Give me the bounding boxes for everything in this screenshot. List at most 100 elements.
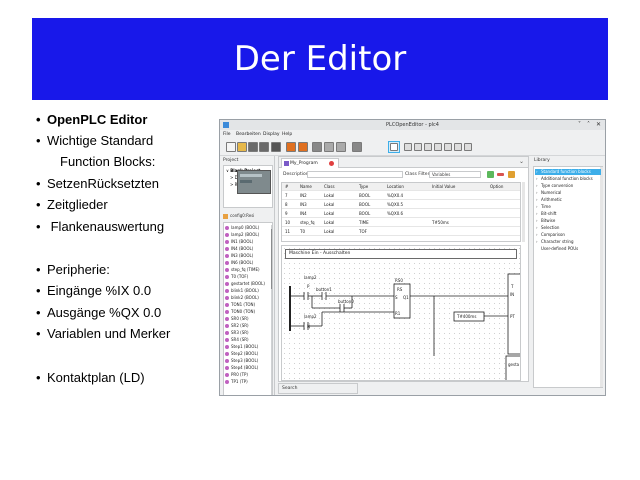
- library-item[interactable]: › Selection: [535, 225, 601, 231]
- table-cell[interactable]: Lokal: [324, 210, 334, 218]
- library-item[interactable]: › Bit-shift: [535, 211, 601, 217]
- coil-icon[interactable]: [464, 143, 472, 151]
- table-cell[interactable]: 11: [285, 228, 290, 236]
- maximize-icon[interactable]: ˄: [587, 121, 590, 129]
- menu-display[interactable]: Display: [263, 130, 280, 139]
- table-cell[interactable]: %QX0.4: [387, 192, 403, 200]
- chevron-down-icon[interactable]: ⌄: [519, 157, 524, 167]
- close-icon[interactable]: ✕: [596, 121, 601, 129]
- expander-icon[interactable]: ∨: [226, 168, 229, 173]
- class-filter-select[interactable]: Variables: [429, 171, 481, 178]
- variable-item[interactable]: TP1 (TP): [225, 378, 248, 385]
- table-cell[interactable]: BOOL: [359, 201, 370, 209]
- copy-icon[interactable]: [324, 142, 334, 152]
- table-cell[interactable]: T#50ms: [432, 219, 449, 227]
- library-item[interactable]: › Comparison: [535, 232, 601, 238]
- scrollbar[interactable]: [271, 225, 272, 395]
- table-row[interactable]: 8 IN3 Lokal BOOL %QX0.5: [282, 201, 520, 209]
- table-cell[interactable]: BOOL: [359, 192, 370, 200]
- ladder-diagram-canvas[interactable]: Maschine Ein - Ausschalten lamp2 Pbutton1…: [281, 245, 521, 381]
- column-header[interactable]: Initial Value: [432, 183, 455, 191]
- table-cell[interactable]: 8: [285, 201, 288, 209]
- variable-item[interactable]: lamp0 (BOOL): [225, 224, 259, 231]
- table-cell[interactable]: TIME: [359, 219, 369, 227]
- config-row[interactable]: config0:Resi: [223, 212, 273, 220]
- table-cell[interactable]: Lokal: [324, 219, 334, 227]
- menu-file[interactable]: File: [223, 130, 231, 139]
- library-item[interactable]: › Character string: [535, 239, 601, 245]
- column-header[interactable]: Type: [359, 183, 368, 191]
- table-row[interactable]: 7 IN2 Lokal BOOL %QX0.4: [282, 192, 520, 200]
- variable-item[interactable]: SR2 (SR): [225, 322, 249, 329]
- variable-item[interactable]: blink1 (BOOL): [225, 287, 259, 294]
- library-item[interactable]: User-defined POUs: [535, 246, 601, 252]
- table-cell[interactable]: Lokal: [324, 201, 334, 209]
- description-input[interactable]: [307, 171, 403, 178]
- variable-item[interactable]: TON0 (TON): [225, 308, 255, 315]
- variable-item[interactable]: IN6 (BOOL): [225, 259, 253, 266]
- comment-icon[interactable]: [404, 143, 412, 151]
- table-cell[interactable]: 10: [285, 219, 290, 227]
- table-cell[interactable]: step_fq: [300, 219, 315, 227]
- block-icon[interactable]: [424, 143, 432, 151]
- select-icon[interactable]: [390, 143, 398, 151]
- library-item[interactable]: › Bitwise: [535, 218, 601, 224]
- table-cell[interactable]: Lokal: [324, 192, 334, 200]
- add-variable-icon[interactable]: [487, 171, 494, 178]
- scrollbar-thumb[interactable]: [271, 229, 272, 289]
- table-row[interactable]: 10 step_fq Lokal TIME T#50ms: [282, 219, 520, 227]
- variable-item[interactable]: IN4 (BOOL): [225, 245, 253, 252]
- cut-icon[interactable]: [312, 142, 322, 152]
- variable-item[interactable]: Step3 (BOOL): [225, 357, 258, 364]
- print-icon[interactable]: [271, 142, 281, 152]
- variable-item[interactable]: SR3 (SR): [225, 329, 249, 336]
- menu-bearbeiten[interactable]: Bearbeiten: [236, 130, 261, 139]
- variable-item[interactable]: Step1 (BOOL): [225, 343, 258, 350]
- variable-item[interactable]: T0 (TOF): [225, 273, 248, 280]
- table-cell[interactable]: 9: [285, 210, 288, 218]
- column-header[interactable]: Option: [490, 183, 503, 191]
- variable-icon[interactable]: [414, 143, 422, 151]
- save-icon[interactable]: [248, 142, 258, 152]
- variable-item[interactable]: PR0 (TP): [225, 371, 248, 378]
- table-row[interactable]: 11 T0 Lokal TOF: [282, 228, 520, 236]
- search-field[interactable]: Search: [278, 383, 358, 394]
- library-item[interactable]: › Standard function blocks: [535, 169, 601, 175]
- table-cell[interactable]: IN3: [300, 201, 307, 209]
- table-cell[interactable]: 7: [285, 192, 288, 200]
- new-icon[interactable]: [226, 142, 236, 152]
- variable-item[interactable]: gestartet (BOOL): [225, 280, 265, 287]
- column-header[interactable]: Class: [324, 183, 335, 191]
- expander-icon[interactable]: >: [230, 175, 233, 180]
- variable-item[interactable]: IN1 (BOOL): [225, 238, 253, 245]
- table-cell[interactable]: BOOL: [359, 210, 370, 218]
- tab-my-program[interactable]: My_Program: [281, 158, 339, 168]
- variable-item[interactable]: Step2 (BOOL): [225, 350, 258, 357]
- table-cell[interactable]: T0: [300, 228, 305, 236]
- table-cell[interactable]: TOF: [359, 228, 367, 236]
- variable-item[interactable]: lamp2 (BOOL): [225, 231, 259, 238]
- table-cell[interactable]: IN2: [300, 192, 307, 200]
- scrollbar[interactable]: [522, 182, 525, 242]
- library-item[interactable]: › Type conversion: [535, 183, 601, 189]
- close-tab-icon[interactable]: [329, 161, 334, 166]
- column-header[interactable]: Location: [387, 183, 404, 191]
- power-rail-icon[interactable]: [444, 143, 452, 151]
- library-item[interactable]: › Additional function blocks: [535, 176, 601, 182]
- variable-item[interactable]: blink2 (BOOL): [225, 294, 259, 301]
- library-item[interactable]: › Time: [535, 204, 601, 210]
- column-header[interactable]: #: [285, 183, 288, 191]
- variable-item[interactable]: SR0 (SR): [225, 315, 249, 322]
- search-icon[interactable]: [352, 142, 362, 152]
- variable-item[interactable]: Step4 (BOOL): [225, 364, 258, 371]
- table-cell[interactable]: IN4: [300, 210, 307, 218]
- expander-icon[interactable]: >: [230, 182, 233, 187]
- paste-icon[interactable]: [336, 142, 346, 152]
- library-item[interactable]: › Numerical: [535, 190, 601, 196]
- remove-variable-icon[interactable]: [497, 173, 504, 176]
- column-header[interactable]: Name: [300, 183, 312, 191]
- table-cell[interactable]: %QX0.6: [387, 210, 403, 218]
- move-up-icon[interactable]: [508, 171, 515, 178]
- contact-icon[interactable]: [454, 143, 462, 151]
- library-item[interactable]: › Arithmetic: [535, 197, 601, 203]
